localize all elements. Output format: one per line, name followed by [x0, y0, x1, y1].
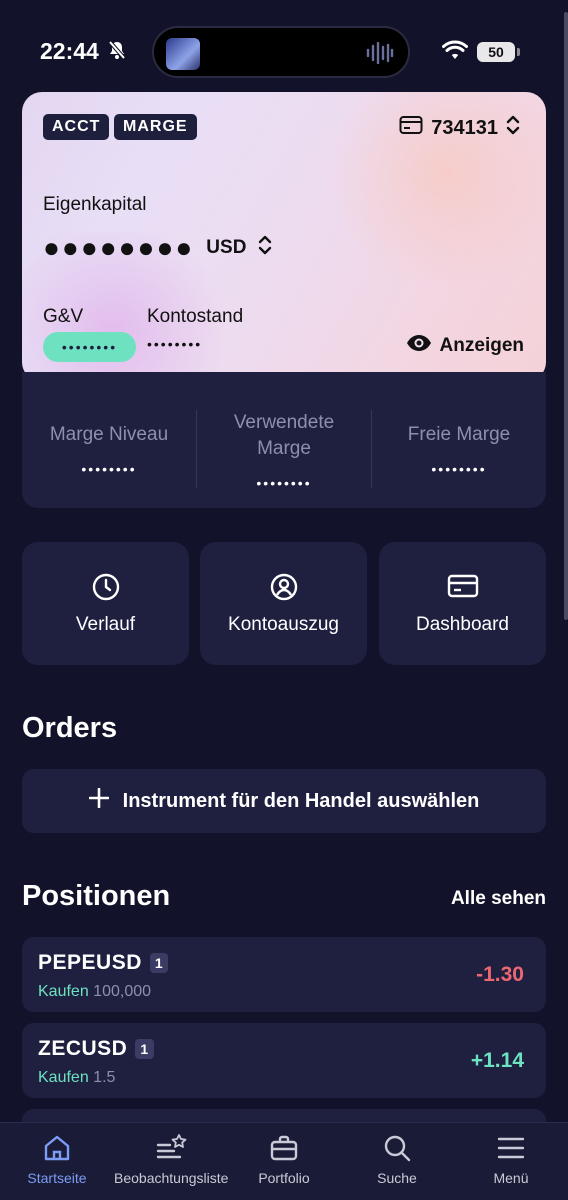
position-count-badge: 1: [135, 1039, 154, 1059]
chevron-updown-icon[interactable]: [258, 234, 272, 262]
tab-search[interactable]: Suche: [340, 1123, 454, 1200]
free-margin-value: ••••••••: [431, 461, 487, 477]
menu-icon: [496, 1133, 526, 1168]
eye-icon: [406, 334, 432, 358]
margin-level-label: Marge Niveau: [49, 424, 169, 445]
tab-portfolio[interactable]: Portfolio: [227, 1123, 341, 1200]
margin-tag: MARGE: [114, 114, 197, 140]
position-count-badge: 1: [149, 953, 169, 973]
tab-menu[interactable]: Menü: [454, 1123, 568, 1200]
tab-home-label: Startseite: [27, 1170, 87, 1186]
tab-watchlist-label: Beobachtungsliste: [114, 1170, 229, 1186]
card-icon: [399, 115, 423, 141]
watchlist-star-icon: [155, 1133, 187, 1168]
position-details: Kaufen 100,000: [38, 983, 151, 1001]
history-button[interactable]: Verlauf: [22, 542, 189, 665]
audio-wave-icon: [366, 41, 394, 69]
currency-label: USD: [206, 237, 247, 258]
select-instrument-button[interactable]: Instrument für den Handel auswählen: [22, 769, 546, 833]
home-icon: [42, 1133, 72, 1168]
pl-label: G&V: [43, 306, 84, 327]
search-icon: [382, 1133, 412, 1168]
pl-value: ••••••••: [43, 332, 136, 362]
margin-level: Marge Niveau ••••••••: [22, 422, 196, 482]
tab-bar: Startseite Beobachtungsliste Portfolio S…: [0, 1122, 568, 1200]
equity-value[interactable]: ●●●●●●●● USD: [43, 234, 272, 262]
scrollbar[interactable]: [564, 12, 568, 620]
margin-panel: Marge Niveau •••••••• Verwendete Marge •…: [22, 372, 546, 508]
tab-portfolio-label: Portfolio: [258, 1170, 310, 1186]
statement-label: Kontoauszug: [228, 614, 339, 635]
position-volume: 100,000: [93, 983, 152, 1000]
position-row[interactable]: ZECUSD 1 Kaufen 1.5 +1.14: [22, 1023, 546, 1098]
free-margin-label: Freie Marge: [407, 424, 511, 445]
position-symbol: ZECUSD 1: [38, 1037, 154, 1061]
symbol-text: PEPEUSD: [38, 951, 142, 974]
status-bar: 22:44 50: [0, 0, 568, 92]
margin-level-value: ••••••••: [81, 461, 137, 477]
tab-menu-label: Menü: [493, 1170, 529, 1186]
free-margin: Freie Marge ••••••••: [372, 422, 546, 482]
dashboard-label: Dashboard: [416, 614, 509, 635]
tab-home[interactable]: Startseite: [0, 1123, 114, 1200]
positions-title: Positionen: [22, 880, 171, 912]
statement-button[interactable]: Kontoauszug: [200, 542, 367, 665]
status-time: 22:44: [40, 38, 99, 64]
plus-icon: [88, 787, 109, 814]
position-details: Kaufen 1.5: [38, 1069, 115, 1087]
used-margin-label: Verwendete Marge: [233, 412, 335, 459]
position-volume: 1.5: [93, 1069, 116, 1086]
dashboard-button[interactable]: Dashboard: [379, 542, 546, 665]
now-playing-artwork: [166, 38, 200, 70]
clock-icon: [91, 572, 121, 607]
battery-icon: 50: [477, 42, 515, 62]
user-circle-icon: [269, 572, 299, 607]
bell-slash-icon: [108, 40, 126, 65]
account-number: 734131: [431, 116, 498, 139]
battery-tip: [517, 48, 520, 56]
account-selector[interactable]: 734131: [399, 114, 520, 142]
wifi-icon: [442, 40, 468, 65]
used-margin-value: ••••••••: [256, 475, 312, 491]
balance-label: Kontostand: [147, 306, 244, 327]
history-label: Verlauf: [75, 614, 136, 635]
position-symbol: PEPEUSD 1: [38, 951, 169, 975]
position-row[interactable]: PEPEUSD 1 Kaufen 100,000 -1.30: [22, 937, 546, 1012]
see-all-link[interactable]: Alle sehen: [451, 888, 546, 910]
show-values-label: Anzeigen: [439, 335, 524, 356]
account-type-tag: ACCT: [43, 114, 110, 140]
briefcase-icon: [269, 1133, 299, 1168]
equity-label: Eigenkapital: [43, 194, 147, 215]
tab-search-label: Suche: [377, 1170, 417, 1186]
position-side: Kaufen: [38, 1069, 89, 1086]
orders-title: Orders: [22, 712, 118, 744]
card-icon: [447, 572, 479, 605]
account-card[interactable]: ACCT MARGE 734131 Eigenkapital ●●●●●●●● …: [22, 92, 546, 382]
select-instrument-label: Instrument für den Handel auswählen: [122, 789, 480, 812]
show-values-button[interactable]: Anzeigen: [406, 334, 524, 358]
chevron-updown-icon: [506, 114, 520, 142]
symbol-text: ZECUSD: [38, 1037, 128, 1060]
equity-masked: ●●●●●●●●: [43, 232, 195, 263]
balance-value: ••••••••: [147, 336, 203, 352]
tab-watchlist[interactable]: Beobachtungsliste: [114, 1123, 228, 1200]
position-pl: -1.30: [476, 963, 524, 986]
position-pl: +1.14: [470, 1049, 524, 1072]
used-margin: Verwendete Marge ••••••••: [197, 410, 371, 496]
dynamic-island[interactable]: [152, 26, 410, 78]
position-side: Kaufen: [38, 983, 89, 1000]
